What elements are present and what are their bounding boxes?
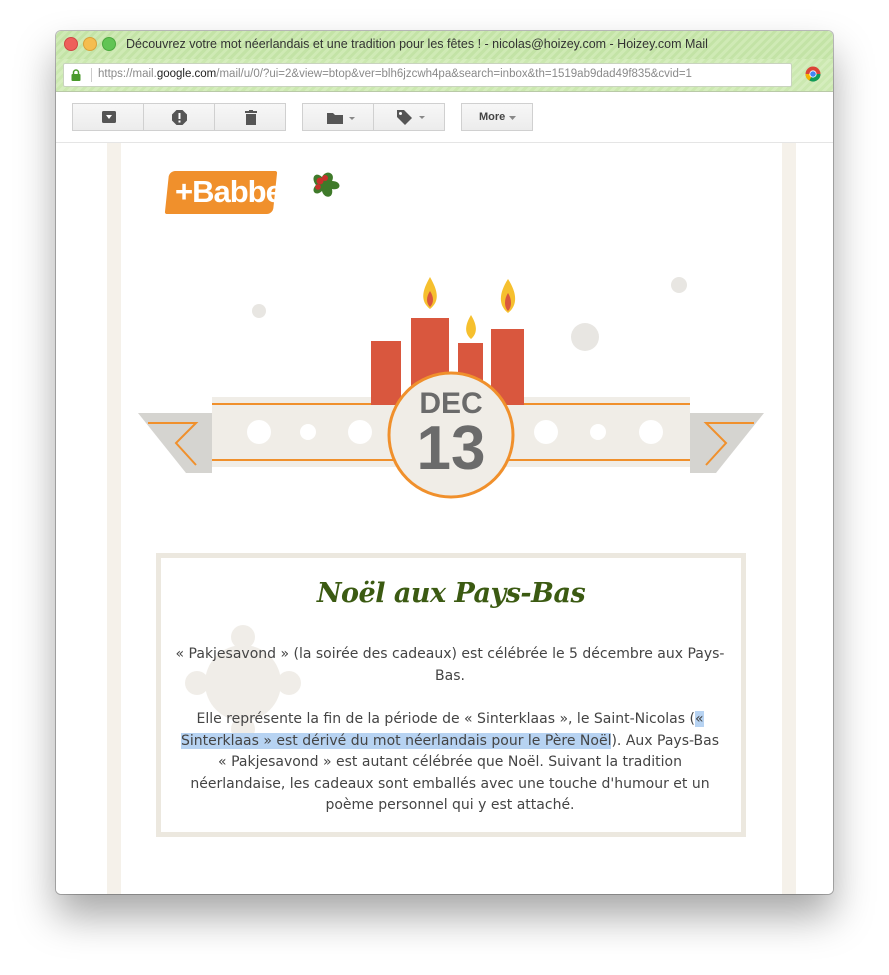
report-spam-icon — [172, 110, 187, 125]
email-body: +Babbel DEC 13 Noël aux Pays-Bas « Pakje… — [56, 143, 833, 894]
holly-icon — [313, 172, 340, 197]
window-title: Découvrez votre mot néerlandais et une t… — [126, 37, 708, 51]
mail-toolbar: More — [56, 92, 833, 143]
babbel-logo-text: +Babbel — [175, 174, 290, 209]
move-to-folder-button[interactable] — [302, 103, 374, 131]
labels-icon — [397, 110, 425, 125]
delete-icon — [245, 110, 257, 125]
url-domain: google.com — [156, 68, 217, 80]
delete-button[interactable] — [214, 103, 286, 131]
date-banner-illustration: DEC 13 — [138, 277, 764, 499]
url-text: https://mail.google.com/mail/u/0/?ui=2&v… — [98, 68, 692, 80]
archive-icon — [102, 111, 116, 123]
left-border-stripe — [107, 143, 121, 894]
title-bar: Découvrez votre mot néerlandais et une t… — [56, 31, 833, 59]
move-to-folder-icon — [327, 113, 355, 124]
paragraph-2-start: Elle représente la fin de la période de … — [196, 711, 695, 727]
paragraph-1: « Pakjesavond » (la soirée des cadeaux) … — [175, 646, 725, 684]
more-button[interactable]: More — [461, 103, 533, 131]
snowflake-icon — [252, 277, 687, 351]
address-bar: https://mail.google.com/mail/u/0/?ui=2&v… — [56, 59, 833, 92]
browser-extension-icon[interactable] — [805, 66, 821, 82]
close-window-button[interactable] — [64, 37, 78, 51]
url-prefix: https://mail. — [98, 68, 157, 80]
chevron-down-icon — [509, 116, 516, 120]
more-button-label: More — [479, 111, 506, 123]
lock-icon — [71, 69, 81, 81]
right-border-stripe — [782, 143, 796, 894]
archive-button[interactable] — [72, 103, 144, 131]
card-title: Noël aux Pays-Bas — [316, 578, 586, 609]
paragraph-2: Elle représente la fin de la période de … — [175, 709, 725, 817]
report-spam-button[interactable] — [143, 103, 215, 131]
url-field[interactable]: https://mail.google.com/mail/u/0/?ui=2&v… — [63, 63, 792, 87]
labels-button[interactable] — [373, 103, 445, 131]
url-path: /mail/u/0/?ui=2&view=btop&ver=blh6jzcwh4… — [216, 68, 692, 80]
article-card: Noël aux Pays-Bas « Pakjesavond » (la so… — [156, 553, 746, 837]
date-day: 13 — [417, 414, 486, 483]
url-separator — [91, 68, 92, 82]
browser-window: Découvrez votre mot néerlandais et une t… — [56, 31, 833, 894]
maximize-window-button[interactable] — [102, 37, 116, 51]
minimize-window-button[interactable] — [83, 37, 97, 51]
